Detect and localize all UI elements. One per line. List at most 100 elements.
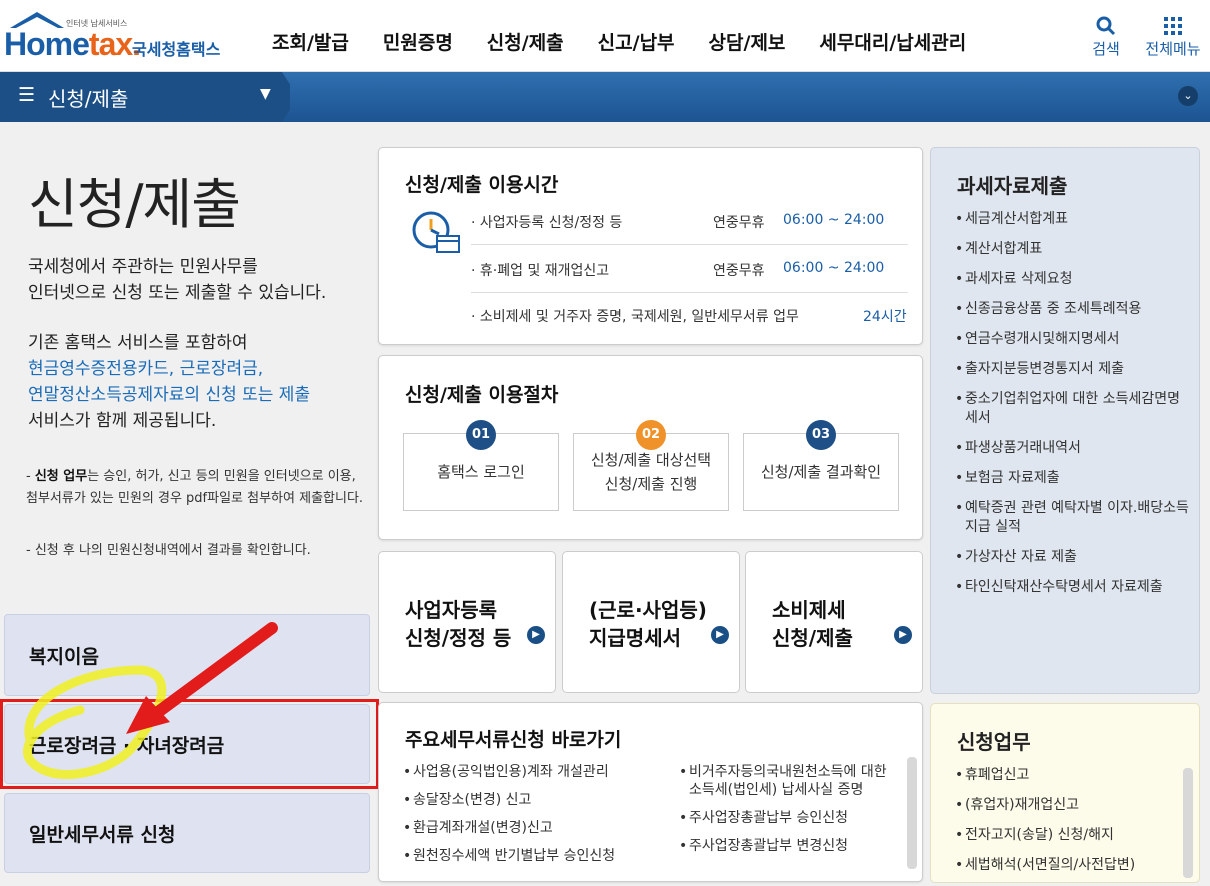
nav-apply-submit[interactable]: 신청/제출 <box>487 28 564 55</box>
tax-data-item[interactable]: 계산서합계표 <box>955 240 1191 259</box>
chevron-down-icon[interactable]: ⌄ <box>1178 86 1198 106</box>
arrow-right-icon: ▶ <box>711 626 729 644</box>
hours-row-label: · 사업자등록 신청/정정 등 <box>471 215 623 231</box>
page-title: 신청/제출 <box>28 173 241 236</box>
tax-data-item[interactable]: 예탁증권 관련 예탁자별 이자.배당소득 지급 실적 <box>955 499 1191 537</box>
arrow-right-icon: ▶ <box>527 626 545 644</box>
apply-work-item[interactable]: 휴폐업신고 <box>955 766 1191 785</box>
red-arrow-shaft <box>144 622 278 724</box>
step-select: 02 신청/제출 대상선택신청/제출 진행 <box>573 420 729 511</box>
tile-label: 소비제세 <box>772 598 846 622</box>
service-link-card-eitc[interactable]: 현금영수증전용카드, 근로장려금, <box>28 356 310 382</box>
tile-consumption-tax[interactable]: 소비제세신청/제출 ▶ <box>745 551 923 693</box>
major-docs-item[interactable]: 송달장소(변경) 신고 <box>403 791 673 809</box>
major-docs-item[interactable]: 사업용(공익법인용)계좌 개설관리 <box>403 763 673 781</box>
nav-report-pay[interactable]: 신고/납부 <box>598 28 675 55</box>
tax-data-item[interactable]: 보험금 자료제출 <box>955 469 1191 488</box>
hours-row: · 소비제세 및 거주자 증명, 국제세원, 일반세무서류 업무 24시간 <box>471 306 911 326</box>
apply-work-item[interactable]: (휴업자)재개업신고 <box>955 796 1191 815</box>
step-number: 02 <box>636 420 666 450</box>
tax-data-item[interactable]: 과세자료 삭제요청 <box>955 270 1191 289</box>
step-number: 03 <box>806 420 836 450</box>
procedure-title: 신청/제출 이용절차 <box>405 384 559 406</box>
major-docs-col1: 사업용(공익법인용)계좌 개설관리 송달장소(변경) 신고 환급계좌개설(변경)… <box>403 763 673 875</box>
tax-data-item[interactable]: 파생상품거래내역서 <box>955 439 1191 458</box>
step-label: 신청/제출 결과확인 <box>760 463 882 481</box>
apply-work-panel: 신청업무 휴폐업신고 (휴업자)재개업신고 전자고지(송달) 신청/해지 세법해… <box>930 703 1200 883</box>
general-tax-document-button[interactable]: 일반세무서류 신청 <box>4 793 370 873</box>
tile-label: (근로·사업등) <box>589 598 707 622</box>
major-docs-item[interactable]: 주사업장총괄납부 변경신청 <box>679 837 889 855</box>
major-docs-item[interactable]: 비거주자등의국내원천소득에 대한 소득세(법인세) 납세사실 증명 <box>679 763 889 799</box>
tile-label: 사업자등록 <box>405 598 497 622</box>
hours-row-time: 24시간 <box>863 309 907 325</box>
service-line: 기존 홈택스 서비스를 포함하여 <box>28 333 248 353</box>
all-menu-button[interactable]: 전체메뉴 <box>1142 14 1204 59</box>
intro-text: 국세청에서 주관하는 민원사무를 인터넷으로 신청 또는 제출할 수 있습니다. <box>28 254 326 306</box>
hours-row-label: · 소비제세 및 거주자 증명, 국제세원, 일반세무서류 업무 <box>471 309 799 325</box>
tax-data-item[interactable]: 출자지분등변경통지서 제출 <box>955 360 1191 379</box>
hours-title: 신청/제출 이용시간 <box>405 174 559 196</box>
tax-data-item[interactable]: 연금수령개시및해지명세서 <box>955 330 1191 349</box>
service-line: 서비스가 함께 제공됩니다. <box>28 411 217 431</box>
tile-label: 신청/제출 <box>772 626 853 650</box>
breadcrumb[interactable]: ☰ 신청/제출 ▼ <box>0 72 290 122</box>
tile-label: 지급명세서 <box>589 626 681 650</box>
note-text: 신청 후 나의 민원신청내역에서 결과를 확인합니다. <box>34 543 311 558</box>
hamburger-icon: ☰ <box>18 84 36 106</box>
tax-data-item[interactable]: 중소기업취업자에 대한 소득세감면명세서 <box>955 390 1191 428</box>
tax-data-item[interactable]: 신종금융상품 중 조세특례적용 <box>955 300 1191 319</box>
apply-work-item[interactable]: 전자고지(송달) 신청/해지 <box>955 826 1191 845</box>
tax-data-item[interactable]: 타인신탁재산수탁명세서 자료제출 <box>955 578 1191 597</box>
hours-row-time: 06:00 ~ 24:00 <box>783 212 885 228</box>
step-label: 신청/제출 진행 <box>604 475 698 493</box>
tax-data-item[interactable]: 가상자산 자료 제출 <box>955 548 1191 567</box>
tile-label: 신청/정정 등 <box>405 626 512 650</box>
major-docs-item[interactable]: 원천징수세액 반기별납부 승인신청 <box>403 847 673 865</box>
major-docs-card: 주요세무서류신청 바로가기 사업용(공익법인용)계좌 개설관리 송달장소(변경)… <box>378 702 923 882</box>
step-result: 03 신청/제출 결과확인 <box>743 420 899 511</box>
nav-tax-agent[interactable]: 세무대리/납세관리 <box>819 28 966 55</box>
tax-data-panel: 과세자료제출 세금계산서합계표 계산서합계표 과세자료 삭제요청 신종금융상품 … <box>930 147 1200 694</box>
divider <box>471 244 908 245</box>
hours-row: · 사업자등록 신청/정정 등 연중무휴 06:00 ~ 24:00 <box>471 212 911 232</box>
top-header: 인터넷 납세서비스 Hometax. 국세청홈택스 조회/발급 민원증명 신청/… <box>0 0 1210 72</box>
breadcrumb-bar: ☰ 신청/제출 ▼ ⌄ <box>0 72 1210 122</box>
service-link-yearend[interactable]: 연말정산소득공제자료의 신청 또는 제출 <box>28 382 310 408</box>
clock-calendar-icon <box>412 211 460 253</box>
apply-work-title: 신청업무 <box>957 730 1031 754</box>
divider <box>471 292 908 293</box>
apply-work-item[interactable]: 세법해석(서면질의/사전답변) <box>955 856 1191 875</box>
step-number: 01 <box>466 420 496 450</box>
hours-row-time: 06:00 ~ 24:00 <box>783 260 885 276</box>
note-check-result: - 신청 후 나의 민원신청내역에서 결과를 확인합니다. <box>26 543 311 558</box>
step-login: 01 홈택스 로그인 <box>403 420 559 511</box>
tax-data-title: 과세자료제출 <box>957 174 1068 198</box>
grid-menu-icon <box>1164 17 1182 35</box>
hometax-logo[interactable]: 인터넷 납세서비스 Hometax. 국세청홈택스 <box>4 10 234 62</box>
all-menu-label: 전체메뉴 <box>1145 40 1201 58</box>
major-docs-item[interactable]: 환급계좌개설(변경)신고 <box>403 819 673 837</box>
tile-payment-statement[interactable]: (근로·사업등) 지급명세서 ▶ <box>562 551 740 693</box>
logo-korean-name: 국세청홈택스 <box>132 40 221 59</box>
scrollbar[interactable] <box>907 757 917 869</box>
nav-inquiry[interactable]: 조회/발급 <box>272 28 349 55</box>
major-docs-item[interactable]: 주사업장총괄납부 승인신청 <box>679 809 889 827</box>
step-label: 홈택스 로그인 <box>437 463 525 481</box>
step-label: 신청/제출 대상선택 <box>590 451 712 469</box>
tile-business-registration[interactable]: 사업자등록신청/정정 등 ▶ <box>378 551 556 693</box>
caret-down-icon: ▼ <box>260 86 271 102</box>
search-label: 검색 <box>1092 40 1120 58</box>
nav-consult[interactable]: 상담/제보 <box>709 28 786 55</box>
arrow-right-icon: ▶ <box>894 626 912 644</box>
nav-certificate[interactable]: 민원증명 <box>383 28 453 55</box>
scrollbar[interactable] <box>1183 768 1193 878</box>
tax-data-item[interactable]: 세금계산서합계표 <box>955 210 1191 229</box>
search-button[interactable]: 검색 <box>1089 14 1123 59</box>
note-apply-work: - 신청 업무는 승인, 허가, 신고 등의 민원을 인터넷으로 이용, 첨부서… <box>26 469 364 506</box>
apply-work-list: 휴폐업신고 (휴업자)재개업신고 전자고지(송달) 신청/해지 세법해석(서면질… <box>955 766 1191 886</box>
intro-line: 인터넷으로 신청 또는 제출할 수 있습니다. <box>28 283 327 303</box>
major-docs-col2: 비거주자등의국내원천소득에 대한 소득세(법인세) 납세사실 증명 주사업장총괄… <box>679 763 889 865</box>
main-nav: 조회/발급 민원증명 신청/제출 신고/납부 상담/제보 세무대리/납세관리 <box>272 28 966 55</box>
service-text: 기존 홈택스 서비스를 포함하여 현금영수증전용카드, 근로장려금, 연말정산소… <box>28 330 310 434</box>
